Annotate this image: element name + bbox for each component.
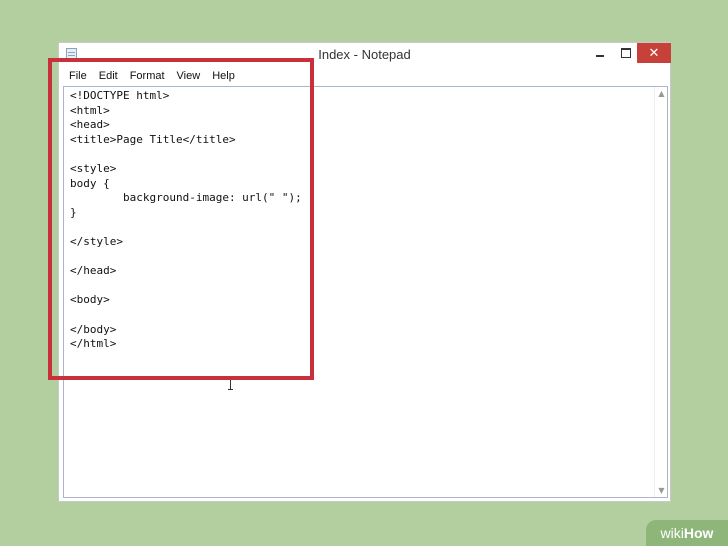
menu-format[interactable]: Format xyxy=(124,67,171,85)
maximize-button[interactable] xyxy=(613,43,639,63)
editor-text[interactable]: <!DOCTYPE html> <html> <head> <title>Pag… xyxy=(70,89,302,352)
menu-file[interactable]: File xyxy=(63,67,93,85)
minimize-button[interactable] xyxy=(587,43,613,63)
menu-edit[interactable]: Edit xyxy=(93,67,124,85)
close-icon: ✕ xyxy=(648,45,660,61)
menu-help[interactable]: Help xyxy=(206,67,241,85)
watermark-text: wikiHow xyxy=(660,525,714,541)
menu-bar: File Edit Format View Help xyxy=(59,67,670,85)
minimize-icon xyxy=(596,55,604,57)
wikihow-watermark: wikiHow xyxy=(646,520,728,546)
window-title: Index - Notepad xyxy=(318,47,411,62)
text-editor[interactable]: <!DOCTYPE html> <html> <head> <title>Pag… xyxy=(63,86,668,498)
menu-view[interactable]: View xyxy=(171,67,207,85)
scroll-down-icon[interactable]: ▼ xyxy=(657,486,666,495)
title-bar[interactable]: Index - Notepad ✕ xyxy=(59,43,671,67)
vertical-scrollbar[interactable]: ▲ ▼ xyxy=(654,87,667,497)
scroll-up-icon[interactable]: ▲ xyxy=(657,89,666,98)
maximize-icon xyxy=(621,48,631,58)
close-button[interactable]: ✕ xyxy=(637,43,671,63)
text-cursor-icon xyxy=(228,378,234,390)
notepad-window: Index - Notepad ✕ File Edit Format View … xyxy=(58,42,671,502)
